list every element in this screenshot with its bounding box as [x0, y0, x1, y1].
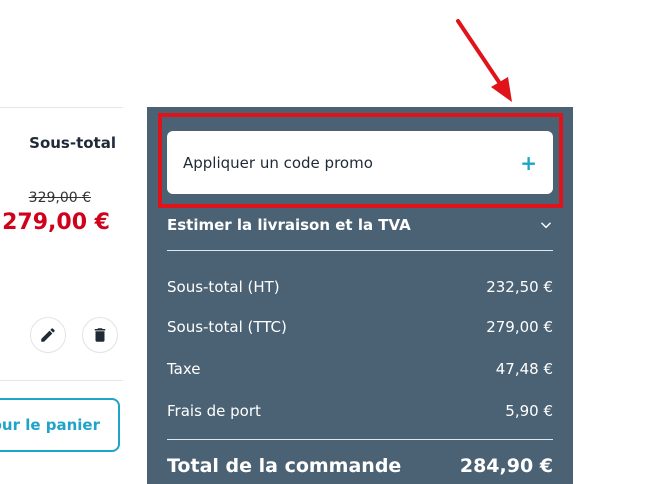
divider: [167, 250, 553, 251]
update-cart-button[interactable]: jour le panier: [0, 398, 120, 452]
subtotal-heading: Sous-total: [29, 134, 116, 152]
divider: [167, 439, 553, 440]
summary-row: Taxe 47,48 €: [167, 360, 553, 378]
summary-row-label: Sous-total (TTC): [167, 318, 287, 336]
summary-row-value: 232,50 €: [486, 278, 553, 296]
edit-item-button[interactable]: [30, 317, 66, 353]
pencil-icon: [41, 328, 55, 342]
plus-icon: +: [520, 150, 537, 175]
summary-row-value: 5,90 €: [505, 402, 553, 420]
promo-code-label: Appliquer un code promo: [183, 153, 373, 172]
summary-row: Frais de port 5,90 €: [167, 402, 553, 420]
estimate-shipping-toggle[interactable]: Estimer la livraison et la TVA: [167, 213, 553, 237]
promo-code-toggle[interactable]: Appliquer un code promo +: [167, 131, 553, 194]
old-price: 329,00 €: [28, 190, 91, 206]
order-total-row: Total de la commande 284,90 €: [167, 455, 553, 477]
summary-row-label: Sous-total (HT): [167, 278, 280, 296]
summary-row: Sous-total (TTC) 279,00 €: [167, 318, 553, 336]
summary-row-label: Taxe: [167, 360, 201, 378]
chevron-down-icon: [541, 222, 551, 229]
sale-price: 279,00 €: [2, 210, 110, 235]
trash-icon: [94, 328, 106, 342]
divider: [0, 107, 123, 108]
order-total-value: 284,90 €: [459, 455, 553, 477]
summary-row-label: Frais de port: [167, 402, 261, 420]
summary-row: Sous-total (HT) 232,50 €: [167, 278, 553, 296]
estimate-shipping-label: Estimer la livraison et la TVA: [167, 216, 411, 234]
delete-item-button[interactable]: [82, 317, 118, 353]
order-summary-panel: Appliquer un code promo + Estimer la liv…: [147, 107, 573, 484]
summary-row-value: 279,00 €: [486, 318, 553, 336]
order-total-label: Total de la commande: [167, 455, 402, 477]
annotation-arrow-icon: [456, 19, 512, 102]
divider: [0, 380, 123, 381]
summary-row-value: 47,48 €: [495, 360, 553, 378]
